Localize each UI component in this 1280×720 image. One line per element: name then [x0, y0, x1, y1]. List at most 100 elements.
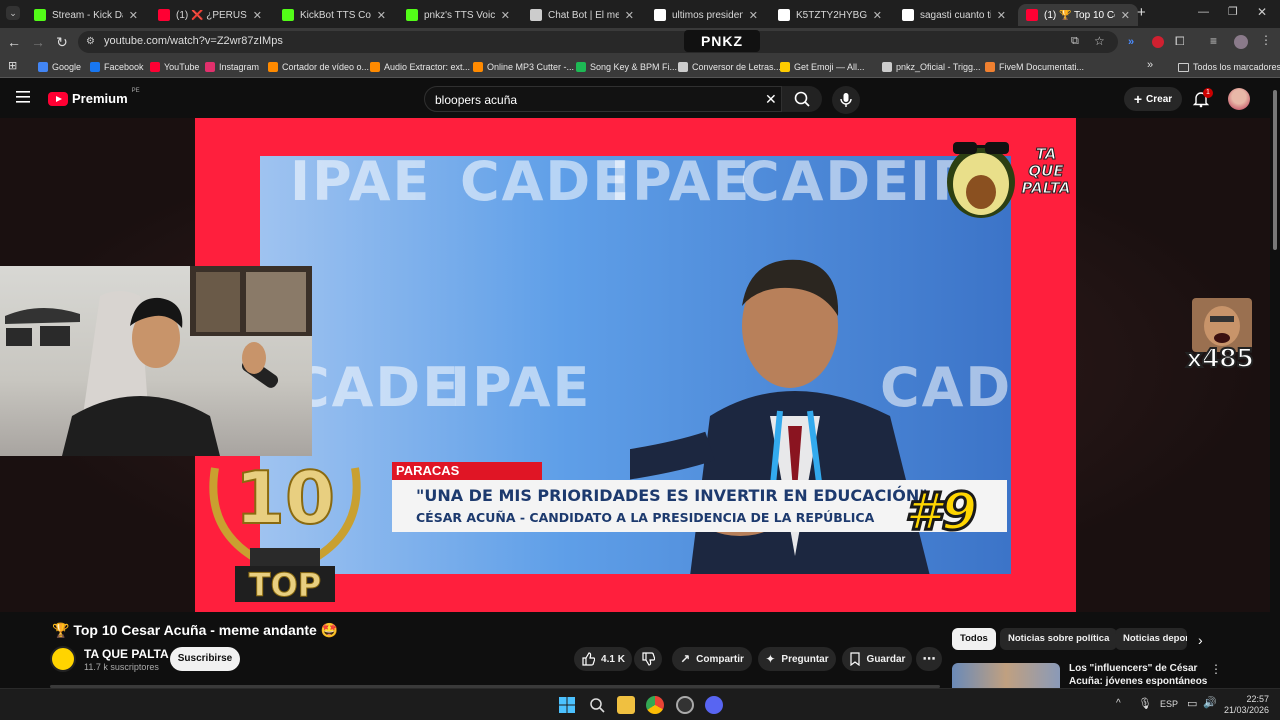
- minimize-button[interactable]: —: [1198, 6, 1209, 18]
- windows-start-icon[interactable]: [558, 696, 576, 714]
- channel-name[interactable]: TA QUE PALTA: [84, 647, 169, 661]
- recommended-menu-icon[interactable]: ⋮: [1210, 662, 1222, 676]
- tray-overflow-icon[interactable]: ^: [1116, 698, 1121, 709]
- close-tab-icon[interactable]: ✕: [625, 9, 634, 22]
- forward-button[interactable]: →: [30, 34, 46, 50]
- back-button[interactable]: ←: [6, 34, 22, 50]
- bookmark-label: Get Emoji — All...: [794, 62, 865, 72]
- hamburger-menu-icon[interactable]: [16, 90, 32, 104]
- scrollbar-thumb[interactable]: [1273, 90, 1277, 250]
- search-query[interactable]: bloopers acuña: [435, 93, 517, 107]
- browser-tab[interactable]: (1) 🏆 Top 10 Cesar A ✕: [1018, 4, 1138, 26]
- apps-grid-icon[interactable]: ⊞: [8, 59, 17, 72]
- chip-sports-news[interactable]: Noticias depor: [1115, 628, 1187, 650]
- browser-tab[interactable]: pnkz's TTS Voice List ✕: [398, 4, 518, 26]
- close-tab-icon[interactable]: ✕: [1121, 9, 1130, 22]
- address-bar[interactable]: ⚙ youtube.com/watch?v=Z2wr87zIMps PNKZ ⧉…: [78, 30, 1118, 53]
- chrome-icon[interactable]: [646, 696, 664, 714]
- bookmark-item[interactable]: YouTube: [150, 60, 199, 74]
- bookmark-item[interactable]: Cortador de vídeo o...: [268, 60, 369, 74]
- chip-all[interactable]: Todos: [952, 628, 996, 650]
- volume-icon[interactable]: 🔊: [1203, 696, 1217, 709]
- close-tab-icon[interactable]: ✕: [997, 9, 1006, 22]
- channel-avatar[interactable]: [50, 646, 76, 672]
- page-icon: [778, 9, 790, 21]
- close-tab-icon[interactable]: ✕: [749, 9, 758, 22]
- dislike-button[interactable]: [634, 647, 662, 671]
- extensions-puzzle-icon[interactable]: ⧠: [1175, 34, 1185, 49]
- chips-next-arrow-icon[interactable]: ›: [1198, 632, 1203, 648]
- taskbar-search-icon[interactable]: [588, 696, 606, 714]
- tab-search-button[interactable]: ⌄: [6, 6, 20, 20]
- browser-tab[interactable]: ultimos presidentes d ✕: [646, 4, 766, 26]
- network-icon[interactable]: ▭: [1187, 697, 1197, 710]
- logo-text: Premium: [72, 91, 128, 106]
- bookmark-label: Instagram: [219, 62, 260, 72]
- profile-icon[interactable]: [1234, 35, 1248, 49]
- url-text[interactable]: youtube.com/watch?v=Z2wr87zIMps: [104, 35, 283, 47]
- discord-icon[interactable]: [705, 696, 723, 714]
- bookmark-label: pnkz_Oficial - Trigg...: [896, 62, 981, 72]
- save-button[interactable]: Guardar: [842, 647, 912, 671]
- browser-toolbar: ← → ↻ ⚙ youtube.com/watch?v=Z2wr87zIMps …: [0, 28, 1280, 56]
- chip-politics-news[interactable]: Noticias sobre política: [1000, 628, 1118, 650]
- microphone-tray-icon[interactable]: 🎙: [1138, 697, 1152, 710]
- menu-dots-icon[interactable]: ⋮: [1260, 33, 1272, 47]
- extension-icon[interactable]: »: [1128, 36, 1140, 48]
- close-tab-icon[interactable]: ✕: [377, 9, 386, 22]
- share-button[interactable]: ↗ Compartir: [672, 647, 752, 671]
- bookmark-item[interactable]: FiveM Documentati...: [985, 60, 1084, 74]
- close-tab-icon[interactable]: ✕: [253, 9, 262, 22]
- close-window-button[interactable]: ✕: [1257, 5, 1267, 19]
- bookmark-item[interactable]: Audio Extractor: ext...: [370, 60, 470, 74]
- trophy-text: TOP: [249, 566, 321, 604]
- recommended-thumbnail[interactable]: [952, 663, 1060, 690]
- page-scrollbar[interactable]: [1270, 80, 1280, 688]
- maximize-button[interactable]: ❐: [1228, 5, 1238, 18]
- subscribe-button[interactable]: Suscribirse: [170, 647, 240, 671]
- browser-tab[interactable]: K5TZTY2HYBG6XPN ✕: [770, 4, 890, 26]
- search-input[interactable]: bloopers acuña ✕: [424, 86, 782, 112]
- more-actions-button[interactable]: ⋯: [916, 647, 942, 671]
- browser-tab[interactable]: Stream - Kick Dashbo ✕: [26, 4, 146, 26]
- like-button[interactable]: 4.1 K: [574, 647, 632, 671]
- extension-red-icon[interactable]: [1152, 36, 1164, 48]
- bookmark-item[interactable]: Facebook: [90, 60, 144, 74]
- youtube-premium-logo[interactable]: Premium PE: [48, 88, 140, 106]
- close-tab-icon[interactable]: ✕: [129, 9, 138, 22]
- ask-button[interactable]: ✦ Preguntar: [758, 647, 836, 671]
- search-button[interactable]: [782, 86, 822, 112]
- bookmark-item[interactable]: Google: [38, 60, 81, 74]
- bookmark-item[interactable]: Song Key & BPM Fi...: [576, 60, 677, 74]
- language-indicator[interactable]: ESP: [1160, 699, 1178, 709]
- obs-icon[interactable]: [676, 696, 694, 714]
- browser-tab[interactable]: (1) ❌ ¿PERUST 2 ten ✕: [150, 4, 270, 26]
- browser-tab[interactable]: sagasti cuanto tiemp ✕: [894, 4, 1014, 26]
- video-player[interactable]: IPAE CADE IPAE CADE IPAE CADE IPAE CADE …: [0, 118, 1270, 612]
- bookmark-item[interactable]: Instagram: [205, 60, 259, 74]
- file-explorer-icon[interactable]: [617, 696, 635, 714]
- clear-search-icon[interactable]: ✕: [765, 91, 777, 108]
- bookmark-item[interactable]: Conversor de Letras...: [678, 60, 781, 74]
- avocado-mascot-icon: [947, 142, 1015, 218]
- system-clock[interactable]: 22:57 21/03/2026: [1224, 694, 1269, 716]
- reading-list-icon[interactable]: ≡: [1210, 34, 1217, 48]
- account-avatar[interactable]: [1228, 88, 1250, 110]
- install-app-icon[interactable]: ⧉: [1071, 35, 1079, 48]
- site-info-icon[interactable]: ⚙: [86, 36, 98, 48]
- bookmark-item[interactable]: Online MP3 Cutter -...: [473, 60, 574, 74]
- close-tab-icon[interactable]: ✕: [501, 9, 510, 22]
- close-tab-icon[interactable]: ✕: [873, 9, 882, 22]
- tab-title: K5TZTY2HYBG6XPN: [796, 9, 867, 21]
- browser-tab[interactable]: KickBot TTS Comman ✕: [274, 4, 394, 26]
- create-button[interactable]: + Crear: [1124, 87, 1182, 111]
- bookmark-item[interactable]: pnkz_Oficial - Trigg...: [882, 60, 981, 74]
- browser-tab[interactable]: Chat Bot | El mejor so ✕: [522, 4, 642, 26]
- all-bookmarks-folder[interactable]: Todos los marcadores: [1178, 60, 1280, 74]
- reload-button[interactable]: ↻: [54, 34, 70, 50]
- bookmark-star-icon[interactable]: ☆: [1094, 34, 1105, 48]
- voice-search-button[interactable]: [832, 86, 860, 114]
- new-tab-button[interactable]: +: [1137, 4, 1146, 21]
- bookmark-item[interactable]: Get Emoji — All...: [780, 60, 865, 74]
- bookmarks-overflow-button[interactable]: »: [1147, 59, 1153, 71]
